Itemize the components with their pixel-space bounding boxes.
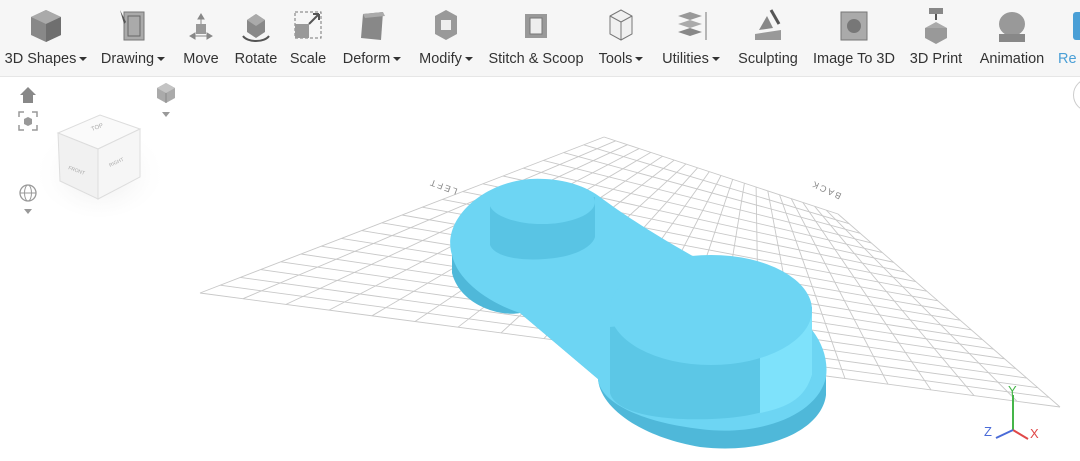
toolbar-label: Drawing (92, 51, 174, 67)
view-mode-button[interactable] (17, 183, 39, 217)
animation-icon (993, 6, 1031, 46)
toolbar-stitch-scoop-button[interactable]: Stitch & Scoop (482, 0, 590, 76)
deform-icon (353, 6, 391, 46)
toolbar-label: Stitch & Scoop (488, 51, 584, 67)
chevron-down-icon (635, 57, 644, 61)
chevron-down-icon (79, 57, 88, 61)
globe-icon (19, 184, 37, 214)
toolbar-utilities-button[interactable]: Utilities (652, 0, 730, 76)
3d-model[interactable] (450, 178, 827, 449)
toolbar-label: 3D Shapes (0, 51, 92, 67)
frame-cube-icon (18, 111, 38, 131)
home-icon (20, 87, 36, 103)
home-view-button[interactable] (18, 85, 38, 105)
toolbar-label: Animation (979, 51, 1045, 67)
toolbar-label: Modify (410, 51, 482, 67)
chevron-down-icon (711, 57, 720, 61)
grid-label-back: BACK (809, 178, 843, 201)
axis-z-label: Z (984, 424, 992, 439)
toolbar-label: Move (183, 51, 219, 67)
toolbar-label: Tools (590, 51, 652, 67)
3d-print-icon (917, 6, 955, 46)
stitch-scoop-icon (517, 6, 555, 46)
toolbar-label: Image To 3D (813, 51, 895, 67)
toolbar-re-button[interactable]: Re (1054, 0, 1080, 76)
toolbar-image-to-3d-button[interactable]: Image To 3D (806, 0, 902, 76)
scale-icon (289, 6, 327, 46)
toolbar-3d-shapes-button[interactable]: 3D Shapes (0, 0, 92, 76)
axis-y-label: Y (1008, 383, 1017, 398)
fit-view-button[interactable] (17, 110, 39, 132)
render-icon (1065, 6, 1080, 46)
view-cube[interactable]: TOP FRONT RIGHT (38, 107, 170, 217)
toolbar-label: 3D Print (909, 51, 963, 67)
tools-icon (602, 6, 640, 46)
drawing-icon (114, 6, 152, 46)
toolbar-label: Deform (332, 51, 412, 67)
toolbar-move-button[interactable]: Move (174, 0, 228, 76)
toolbar-label: Utilities (652, 51, 730, 67)
toolbar-modify-button[interactable]: Modify (410, 0, 482, 76)
main-toolbar: 3D Shapes Drawing Move Rotate Scale Deform Mod… (0, 0, 1080, 77)
cube-icon (27, 6, 65, 46)
toolbar-animation-button[interactable]: Animation (970, 0, 1054, 76)
toolbar-label: Re (1058, 51, 1077, 67)
3d-viewport[interactable]: LEFT BACK Y X Z TOP FRONT RIGHT (0, 77, 1080, 456)
sculpting-icon (749, 6, 787, 46)
image-to-3d-icon (835, 6, 873, 46)
modify-icon (427, 6, 465, 46)
toolbar-sculpting-button[interactable]: Sculpting (730, 0, 806, 76)
chevron-down-icon (464, 57, 473, 61)
chevron-down-icon (157, 57, 166, 61)
rotate-icon (237, 6, 275, 46)
toolbar-label: Scale (289, 51, 327, 67)
toolbar-drawing-button[interactable]: Drawing (92, 0, 174, 76)
utilities-icon (672, 6, 710, 46)
grid-label-left: LEFT (427, 177, 459, 197)
toolbar-tools-button[interactable]: Tools (590, 0, 652, 76)
toolbar-label: Rotate (234, 51, 278, 67)
move-icon (182, 6, 220, 46)
toolbar-3d-print-button[interactable]: 3D Print (902, 0, 970, 76)
toolbar-label: Sculpting (738, 51, 798, 67)
toolbar-deform-button[interactable]: Deform (332, 0, 412, 76)
toolbar-scale-button[interactable]: Scale (284, 0, 332, 76)
axis-x-label: X (1030, 426, 1039, 441)
view-cube-icon: TOP FRONT RIGHT (38, 114, 162, 217)
axis-gizmo: Y X Z (984, 383, 1039, 441)
toolbar-rotate-button[interactable]: Rotate (228, 0, 284, 76)
chevron-down-icon (393, 57, 402, 61)
